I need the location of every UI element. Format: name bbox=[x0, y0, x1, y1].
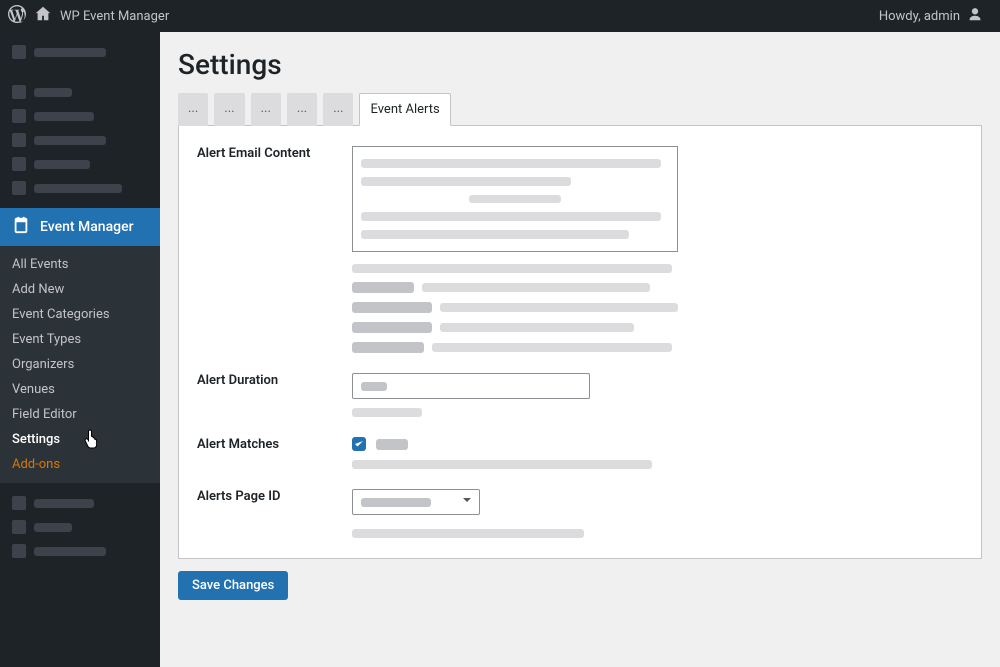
submenu-item-event-categories[interactable]: Event Categories bbox=[0, 302, 160, 327]
sidebar-submenu: All Events Add New Event Categories Even… bbox=[0, 246, 160, 483]
active-menu-arrow-icon bbox=[160, 219, 168, 235]
submenu-item-settings[interactable]: Settings bbox=[0, 427, 160, 452]
alerts-page-id-select[interactable] bbox=[352, 489, 480, 515]
submenu-item-add-new[interactable]: Add New bbox=[0, 277, 160, 302]
sidebar-placeholder-group-bottom bbox=[0, 483, 160, 571]
settings-panel: Alert Email Content bbox=[178, 125, 982, 559]
sidebar-placeholder-group-top bbox=[0, 32, 160, 72]
alert-email-content-label: Alert Email Content bbox=[189, 136, 344, 363]
alert-matches-description bbox=[352, 460, 652, 469]
tab-event-alerts[interactable]: Event Alerts bbox=[359, 93, 450, 126]
sidebar-placeholder-item[interactable] bbox=[0, 176, 160, 200]
alert-duration-label: Alert Duration bbox=[189, 363, 344, 427]
sidebar-placeholder-item[interactable] bbox=[0, 40, 160, 64]
alert-email-content-textarea[interactable] bbox=[352, 146, 678, 252]
alerts-page-id-description bbox=[352, 529, 584, 538]
sidebar-placeholder-item[interactable] bbox=[0, 128, 160, 152]
tab-placeholder-1[interactable]: ... bbox=[178, 93, 208, 126]
submenu-item-organizers[interactable]: Organizers bbox=[0, 352, 160, 377]
sidebar-placeholder-item[interactable] bbox=[0, 104, 160, 128]
alert-matches-checkbox[interactable] bbox=[352, 437, 366, 451]
sidebar-placeholder-item[interactable] bbox=[0, 152, 160, 176]
sidebar-placeholder-group-2 bbox=[0, 72, 160, 208]
submenu-item-venues[interactable]: Venues bbox=[0, 377, 160, 402]
wordpress-logo-icon[interactable] bbox=[8, 5, 26, 27]
home-icon[interactable] bbox=[34, 5, 52, 27]
settings-tabs: ... ... ... ... ... Event Alerts bbox=[178, 93, 982, 126]
tab-placeholder-3[interactable]: ... bbox=[251, 93, 281, 126]
sidebar-placeholder-item[interactable] bbox=[0, 491, 160, 515]
save-changes-button[interactable]: Save Changes bbox=[178, 571, 288, 600]
admin-bar: WP Event Manager Howdy, admin bbox=[0, 0, 1000, 32]
tab-placeholder-4[interactable]: ... bbox=[287, 93, 317, 126]
alerts-page-id-label: Alerts Page ID bbox=[189, 479, 344, 548]
alert-duration-description bbox=[352, 408, 422, 417]
tab-placeholder-5[interactable]: ... bbox=[323, 93, 353, 126]
sidebar-placeholder-item[interactable] bbox=[0, 539, 160, 563]
sidebar-menu-label: Event Manager bbox=[40, 219, 134, 235]
submenu-item-event-types[interactable]: Event Types bbox=[0, 327, 160, 352]
sidebar-menu-event-manager[interactable]: Event Manager bbox=[0, 208, 160, 246]
alert-matches-checkbox-label bbox=[376, 439, 408, 450]
sidebar-placeholder-item[interactable] bbox=[0, 80, 160, 104]
alert-duration-input[interactable] bbox=[352, 373, 590, 399]
site-name[interactable]: WP Event Manager bbox=[60, 9, 169, 24]
tab-placeholder-2[interactable]: ... bbox=[214, 93, 244, 126]
submenu-item-addons[interactable]: Add-ons bbox=[0, 452, 160, 477]
page-title: Settings bbox=[178, 48, 982, 81]
chevron-down-icon bbox=[461, 494, 473, 510]
submenu-item-all-events[interactable]: All Events bbox=[0, 252, 160, 277]
admin-sidebar: Event Manager All Events Add New Event C… bbox=[0, 32, 160, 667]
user-avatar-icon[interactable] bbox=[966, 5, 984, 27]
calendar-icon bbox=[12, 216, 30, 238]
main-content: Settings ... ... ... ... ... Event Alert… bbox=[160, 32, 1000, 667]
alert-matches-label: Alert Matches bbox=[189, 427, 344, 479]
howdy-greeting[interactable]: Howdy, admin bbox=[879, 9, 960, 24]
submenu-item-field-editor[interactable]: Field Editor bbox=[0, 402, 160, 427]
alert-email-content-description bbox=[352, 264, 963, 353]
sidebar-placeholder-item[interactable] bbox=[0, 515, 160, 539]
